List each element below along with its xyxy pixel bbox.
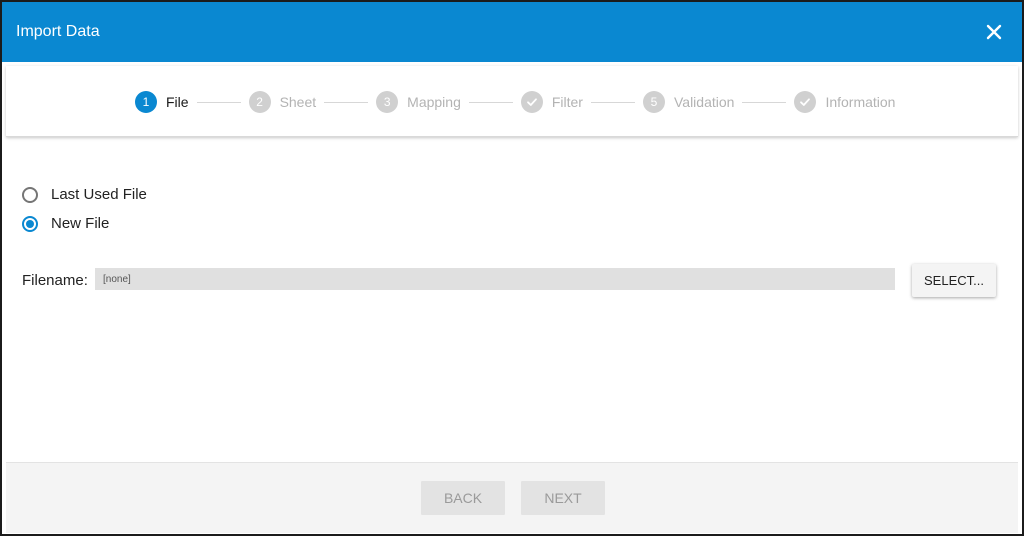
close-button[interactable]	[982, 20, 1006, 44]
step-connector	[742, 101, 787, 103]
step-number: 3	[376, 91, 399, 113]
next-button[interactable]: NEXT	[521, 481, 605, 515]
dialog-footer: BACK NEXT	[6, 462, 1018, 533]
import-data-dialog: Import Data 1 File 2 Sheet 3 Mapping Fil…	[0, 0, 1024, 536]
step-connector	[590, 101, 635, 103]
step-label: Validation	[673, 94, 735, 110]
dialog-titlebar: Import Data	[2, 2, 1022, 62]
step-label: File	[166, 94, 189, 110]
step-label: Information	[825, 94, 896, 110]
check-icon	[794, 91, 817, 113]
step-validation[interactable]: 5 Validation	[642, 91, 735, 113]
step-number: 2	[248, 91, 271, 113]
radio-new-file[interactable]: New File	[22, 215, 109, 232]
step-file[interactable]: 1 File	[135, 91, 189, 113]
radio-last-used-file[interactable]: Last Used File	[22, 186, 147, 203]
close-icon	[986, 24, 1002, 40]
radio-label: Last Used File	[51, 186, 147, 203]
step-label: Sheet	[279, 94, 317, 110]
radio-button[interactable]	[22, 186, 38, 203]
radio-label: New File	[51, 215, 110, 232]
step-number: 5	[642, 91, 665, 113]
step-mapping[interactable]: 3 Mapping	[376, 91, 461, 113]
stepper-panel: 1 File 2 Sheet 3 Mapping Filter 5 Valida…	[6, 66, 1018, 137]
step-connector	[324, 101, 369, 103]
dialog-title: Import Data	[16, 23, 100, 40]
step-sheet[interactable]: 2 Sheet	[248, 91, 317, 113]
step-connector	[196, 101, 241, 103]
step-number: 1	[135, 91, 157, 113]
filename-field[interactable]	[95, 268, 895, 290]
filename-label: Filename:	[22, 272, 88, 289]
radio-button[interactable]	[22, 215, 38, 232]
check-icon	[520, 91, 543, 113]
step-filter[interactable]: Filter	[520, 91, 583, 113]
step-label: Filter	[551, 94, 583, 110]
step-label: Mapping	[407, 94, 461, 110]
step-connector	[468, 101, 513, 103]
select-file-button[interactable]: SELECT...	[912, 264, 996, 297]
back-button[interactable]: BACK	[421, 481, 505, 515]
wizard-stepper: 1 File 2 Sheet 3 Mapping Filter 5 Valida…	[135, 90, 895, 114]
step-information[interactable]: Information	[794, 91, 895, 113]
